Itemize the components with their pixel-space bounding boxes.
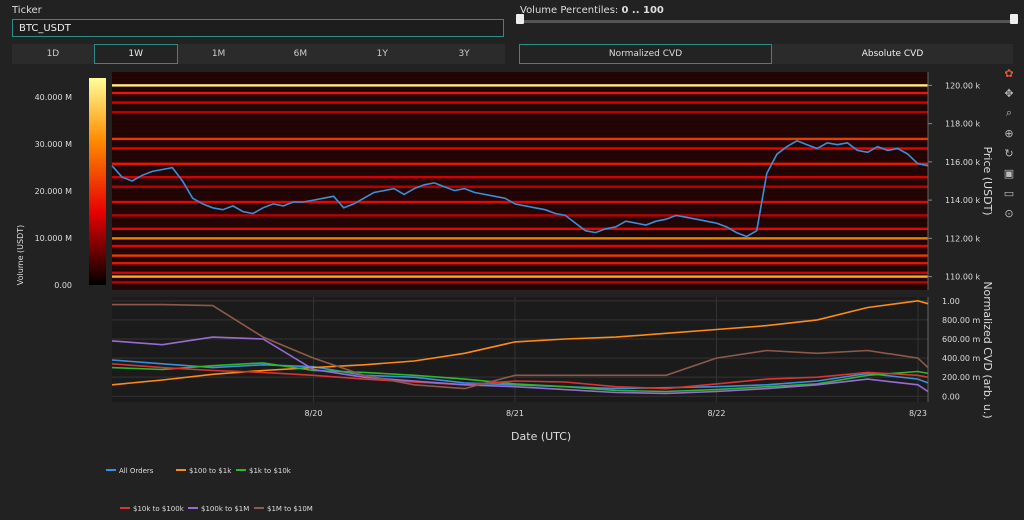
heatmap-row [112,87,928,91]
heatmap-row [112,75,928,80]
cvd-plot: 0.00 200.00 m 400.00 m 600.00 m 800.00 m 1.00… [111,281,994,443]
date-tick-label: 8/22 [707,409,725,418]
volume-level-bar [112,84,928,87]
date-tick-label: 8/21 [506,409,524,418]
volume-level-bar [112,275,928,278]
volume-level-bar [112,271,928,274]
heatmap-row [112,125,928,129]
heatmap-row [112,267,928,271]
heatmap-row [112,179,928,183]
heatmap-row [112,94,928,99]
colorbar-tick-label: 40.000 M [35,93,73,102]
volume-level-bar [112,244,928,248]
colorbar: 0.00 10.000 M 20.000 M 30.000 M 40.000 M Volu… [16,78,106,290]
heatmap-row [112,247,928,252]
volume-level-bar [112,227,928,231]
heatmap-row [112,152,928,156]
heatmap-row [112,240,928,244]
cvd-tick-label: 0.00 [942,392,960,401]
volume-level-bar [112,237,928,240]
cvd-axis-title: Normalized CVD (arb. u.) [981,281,994,418]
price-axis-title: Price (USDT) [981,146,994,215]
volume-level-bar [112,110,928,114]
heatmap-row [112,121,928,126]
volume-level-bar [112,185,928,188]
volume-level-bar [112,162,928,165]
colorbar-tick-label: 0.00 [54,281,72,290]
legend-label: $100k to $1M [201,505,249,513]
cvd-tick-label: 200.00 m [942,373,981,382]
heatmap-row [112,156,928,160]
colorbar-tick-label: 30.000 M [35,140,73,149]
heatmap-row [112,286,928,290]
date-tick-label: 8/20 [304,409,322,418]
colorbar-tick-label: 20.000 M [35,187,73,196]
heatmap-row [112,167,928,171]
heatmap-row [112,114,928,118]
heatmap-row [112,194,928,198]
volume-level-bar [112,254,928,257]
volume-level-bar [112,91,928,95]
heatmap-row [112,209,928,214]
legend-label: $1k to $10k [249,467,292,475]
colorbar-gradient [89,78,106,285]
volume-level-bar [112,101,928,104]
heatmap-row [112,72,928,76]
price-tick-label: 114.00 k [945,196,981,205]
cvd-tick-label: 600.00 m [942,335,981,344]
heatmap-row [112,221,928,225]
heatmap-plot: 110.00 k 112.00 k 114.00 k 116.00 k 118.00 k… [111,72,994,290]
volume-level-bar [112,281,928,284]
heatmap-row [112,217,928,221]
legend-label: All Orders [119,467,154,475]
heatmap-row [112,79,928,83]
date-axis-title: Date (UTC) [511,430,571,443]
price-tick-label: 118.00 k [945,120,981,129]
cvd-tick-label: 800.00 m [942,316,981,325]
volume-level-bar [112,262,928,265]
heatmap-row [112,190,928,194]
volume-level-bar [112,147,928,150]
colorbar-tick-label: 10.000 M [35,234,73,243]
volume-level-bar [112,200,928,204]
legend-label: $10k to $100k [133,505,185,513]
price-tick-label: 112.00 k [945,234,981,243]
colorbar-title: Volume (USDT) [16,225,25,286]
heatmap-row [112,129,928,133]
chart-svg: 0.00 10.000 M 20.000 M 30.000 M 40.000 M Volu… [16,72,994,513]
heatmap-row [112,133,928,137]
volume-level-bar [112,214,928,217]
date-tick-label: 8/23 [909,409,927,418]
legend: All Orders $100 to $1k $1k to $10k $10k to … [106,467,313,513]
heatmap-row [112,117,928,122]
price-tick-label: 120.00 k [945,81,981,90]
legend-label: $100 to $1k [189,467,232,475]
cvd-tick-label: 400.00 m [942,354,981,363]
heatmap-row [112,232,928,236]
volume-level-bar [112,137,928,141]
cvd-tick-label: 1.00 [942,297,960,306]
heatmap-row [112,106,928,110]
legend-label: $1M to $10M [267,505,313,513]
price-tick-label: 116.00 k [945,158,981,167]
volume-level-bar [112,175,928,179]
price-tick-label: 110.00 k [945,273,981,282]
heatmap-row [112,171,928,175]
